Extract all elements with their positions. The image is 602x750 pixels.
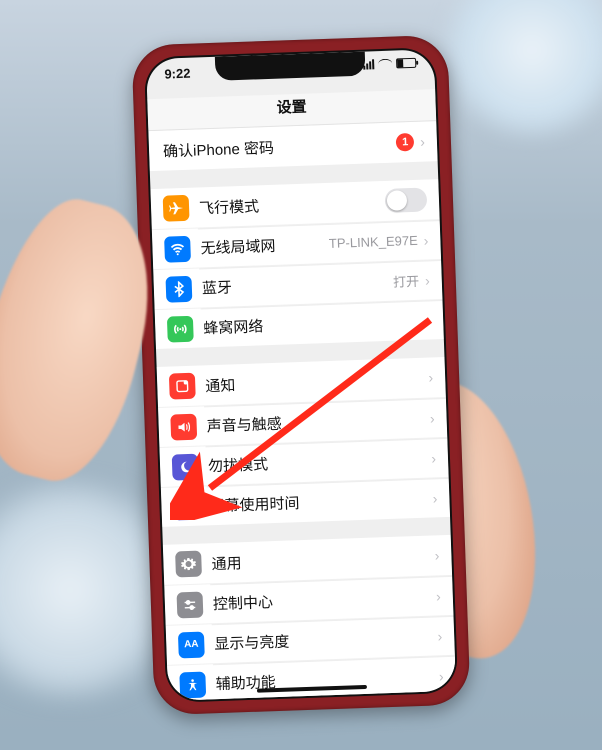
row-label: 飞行模式: [199, 190, 386, 217]
row-label: 通知: [205, 367, 429, 396]
chevron-right-icon: ›: [434, 547, 439, 563]
wifi-status-icon: [378, 59, 392, 69]
background-blur: [432, 0, 602, 140]
row-label: 确认iPhone 密码: [161, 132, 397, 161]
chevron-right-icon: ›: [439, 668, 444, 684]
row-label: 声音与触感: [206, 408, 430, 437]
row-label: 无线局域网: [200, 233, 329, 258]
row-detail: 打开: [393, 271, 420, 291]
chevron-right-icon: ›: [437, 628, 442, 644]
notification-badge: 1: [396, 133, 415, 152]
chevron-right-icon: ›: [426, 312, 431, 328]
row-label: 蜂窝网络: [203, 310, 427, 339]
status-time: 9:22: [164, 66, 191, 82]
screentime-icon: [173, 493, 200, 520]
control-center-icon: [176, 591, 203, 618]
row-label: 屏幕使用时间: [209, 487, 433, 516]
phone-frame: 9:22 设置 确认iPhone 密码 1 ›: [131, 35, 470, 716]
row-label: 蓝牙: [202, 271, 394, 299]
row-label: 勿扰模式: [208, 448, 432, 477]
bluetooth-icon: [165, 275, 192, 302]
chevron-right-icon: ›: [423, 232, 428, 248]
chevron-right-icon: ›: [431, 450, 436, 466]
airplane-icon: [163, 195, 190, 222]
notifications-icon: [169, 373, 196, 400]
chevron-right-icon: ›: [430, 410, 435, 426]
wifi-icon: [164, 235, 191, 262]
chevron-right-icon: ›: [425, 272, 430, 288]
accessibility-icon: [179, 671, 206, 698]
chevron-right-icon: ›: [432, 490, 437, 506]
chevron-right-icon: ›: [420, 134, 425, 150]
general-gear-icon: [175, 551, 202, 578]
cellular-icon: [167, 315, 194, 342]
airplane-toggle[interactable]: [385, 188, 428, 213]
chevron-right-icon: ›: [428, 369, 433, 385]
display-icon: AA: [178, 631, 205, 658]
row-label: 控制中心: [213, 585, 437, 614]
row-label: 显示与亮度: [214, 625, 438, 654]
screen: 9:22 设置 确认iPhone 密码 1 ›: [146, 49, 456, 701]
settings-list[interactable]: 确认iPhone 密码 1 › 飞行模式: [148, 121, 456, 701]
chevron-right-icon: ›: [436, 588, 441, 604]
row-detail: TP-LINK_E97E: [329, 233, 418, 251]
dnd-icon: [172, 453, 199, 480]
battery-icon: [396, 58, 416, 69]
sounds-icon: [170, 413, 197, 440]
row-label: 通用: [211, 545, 435, 574]
